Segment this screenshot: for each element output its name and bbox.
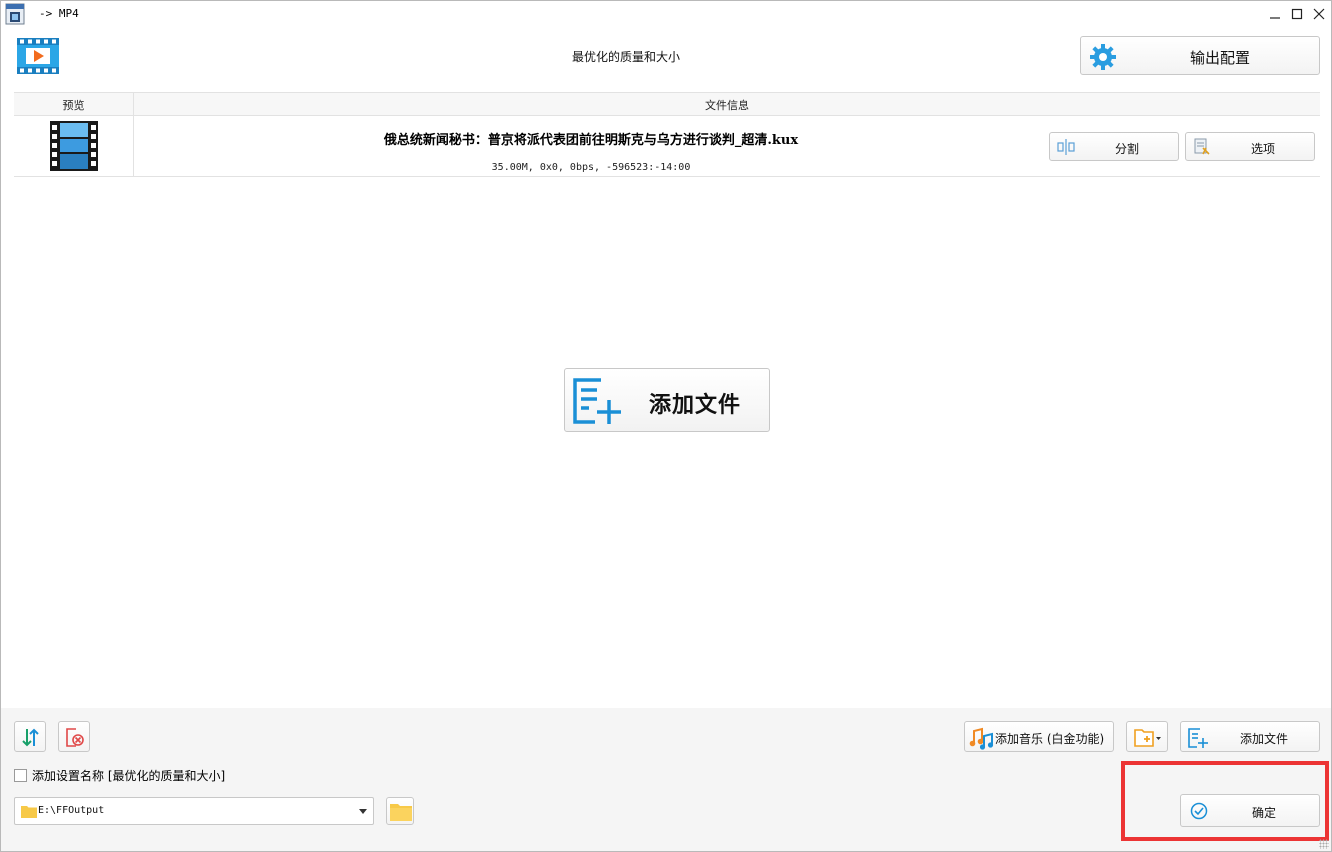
add-music-label: 添加音乐 (白金功能) — [995, 732, 1105, 746]
ok-label: 确定 — [1251, 806, 1276, 820]
output-config-button[interactable]: 输出配置 — [1080, 36, 1320, 75]
gear-icon — [1090, 44, 1116, 70]
file-meta: 35.00M, 0x0, 0bps, -596523:-14:00 — [491, 162, 691, 173]
split-button[interactable]: 分割 — [1049, 132, 1179, 161]
resize-grip[interactable] — [1319, 839, 1329, 849]
option-button[interactable]: 选项 — [1185, 132, 1315, 161]
add-file-icon — [573, 378, 621, 424]
video-thumbnail-icon — [50, 121, 98, 171]
minimize-button[interactable] — [1263, 1, 1287, 27]
sort-button[interactable] — [14, 721, 46, 752]
window-title: -> MP4 — [39, 7, 79, 20]
add-setting-name-label: 添加设置名称 [最优化的质量和大小] — [32, 768, 226, 783]
maximize-icon — [1291, 8, 1303, 20]
folder-add-icon — [1134, 729, 1161, 747]
split-icon — [1057, 139, 1075, 155]
app-logo-icon — [5, 3, 25, 25]
output-path-value: E:\FFOutput — [38, 805, 105, 816]
options-icon — [1194, 138, 1210, 155]
check-circle-icon — [1190, 802, 1208, 820]
output-path-select[interactable]: E:\FFOutput — [14, 797, 374, 825]
column-header-preview: 预览 — [62, 99, 85, 112]
add-setting-name-row: 添加设置名称 [最优化的质量和大小] — [14, 766, 225, 784]
add-file-label: 添加文件 — [1239, 732, 1288, 746]
add-file-center-button[interactable]: 添加文件 — [564, 368, 770, 432]
split-label: 分割 — [1114, 142, 1139, 156]
add-setting-name-checkbox[interactable] — [14, 768, 27, 782]
maximize-button[interactable] — [1285, 1, 1309, 27]
add-file-icon — [1188, 728, 1208, 748]
folder-icon — [390, 804, 412, 821]
chevron-down-icon — [359, 809, 367, 814]
add-file-button[interactable]: 添加文件 — [1180, 721, 1320, 752]
add-music-button[interactable]: 添加音乐 (白金功能) — [964, 721, 1114, 752]
folder-icon — [21, 806, 37, 818]
app-window: -> MP4 最优化的质量和大小 输出配置 预览 文件信息 俄总统新闻秘书：普京… — [0, 0, 1332, 852]
minimize-icon — [1270, 17, 1280, 19]
close-icon — [1313, 8, 1325, 20]
title-bar: -> MP4 — [1, 1, 1331, 27]
add-folder-button[interactable] — [1126, 721, 1168, 752]
ok-button[interactable]: 确定 — [1180, 794, 1320, 827]
add-file-center-label: 添加文件 — [649, 392, 742, 418]
browse-folder-button[interactable] — [386, 797, 414, 825]
video-format-icon — [17, 38, 59, 74]
clear-list-button[interactable] — [58, 721, 90, 752]
file-name: 俄总统新闻秘书：普京将派代表团前往明斯克与乌方进行谈判_超清.kux — [383, 133, 799, 148]
delete-icon — [66, 728, 84, 747]
preset-name: 最优化的质量和大小 — [571, 50, 680, 64]
output-config-label: 输出配置 — [1189, 49, 1250, 67]
close-button[interactable] — [1307, 1, 1331, 27]
option-label: 选项 — [1250, 142, 1275, 156]
sort-icon — [22, 728, 39, 747]
table-header: 预览 文件信息 — [14, 92, 1320, 116]
column-header-file-info: 文件信息 — [705, 99, 749, 112]
music-icon — [969, 727, 994, 750]
